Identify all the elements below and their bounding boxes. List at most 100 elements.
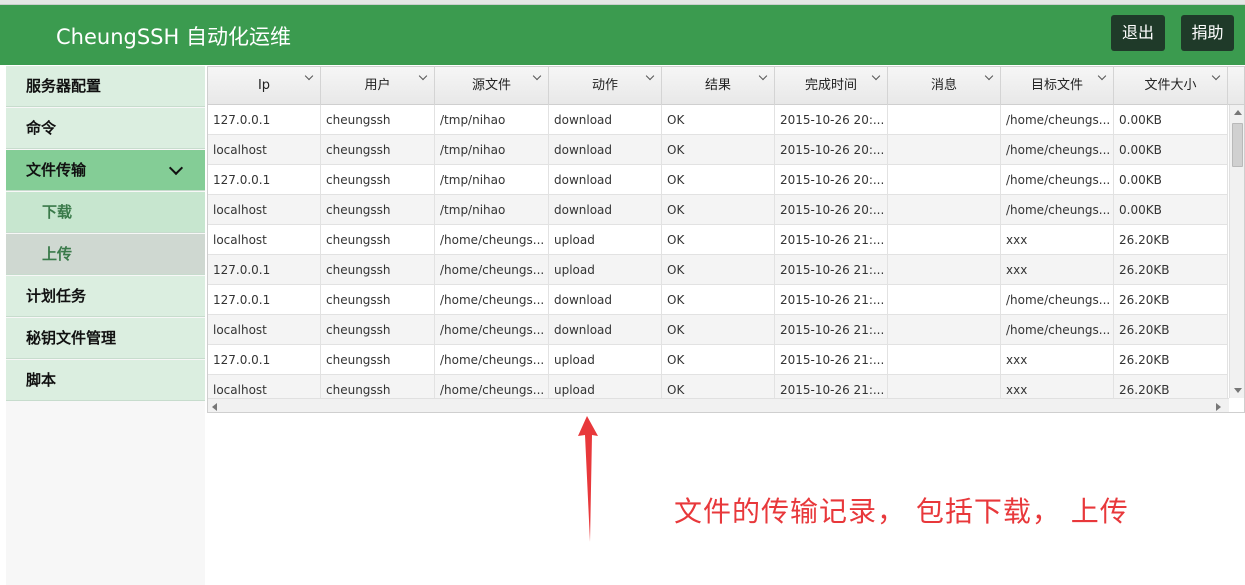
scroll-up-icon[interactable]: [1234, 110, 1242, 115]
scroll-down-icon[interactable]: [1234, 388, 1242, 393]
cell-target-file: xxx: [1001, 345, 1114, 375]
column-header-user[interactable]: 用户: [321, 67, 435, 105]
column-menu-icon[interactable]: [645, 71, 655, 81]
sidebar-item-label: 服务器配置: [26, 77, 102, 95]
cell-user: cheungssh: [321, 315, 435, 345]
column-header-result[interactable]: 结果: [662, 67, 775, 105]
column-menu-icon[interactable]: [418, 71, 428, 81]
cell-finish-time: 2015-10-26 20:...: [775, 105, 888, 135]
cell-source-file: /home/cheungs...: [435, 375, 549, 399]
table-row[interactable]: 127.0.0.1 cheungssh/tmp/nihao download OK 20…: [208, 105, 1228, 135]
column-header-label: 文件大小: [1144, 78, 1197, 93]
scroll-right-icon[interactable]: [1216, 403, 1221, 411]
logout-button[interactable]: 退出: [1111, 15, 1165, 51]
cell-ip: localhost: [208, 225, 321, 255]
cell-ip: 127.0.0.1: [208, 345, 321, 375]
cell-source-file: /tmp/nihao: [435, 195, 549, 225]
cell-ip: 127.0.0.1: [208, 165, 321, 195]
cell-target-file: /home/cheungs...: [1001, 135, 1114, 165]
sidebar-item-label: 脚本: [26, 371, 57, 389]
top-navbar: CheungSSH 自动化运维 退出 捐助: [0, 5, 1245, 65]
cell-user: cheungssh: [321, 135, 435, 165]
cell-file-size: 26.20KB: [1114, 225, 1228, 255]
column-menu-icon[interactable]: [304, 71, 314, 81]
cell-user: cheungssh: [321, 285, 435, 315]
cell-finish-time: 2015-10-26 21:...: [775, 375, 888, 399]
table-row[interactable]: 127.0.0.1 cheungssh/home/cheungs... upload…: [208, 345, 1228, 375]
sidebar-item-scheduled-tasks[interactable]: 计划任务: [6, 276, 205, 317]
table-body: 127.0.0.1 cheungssh/tmp/nihao download OK 20…: [208, 105, 1228, 399]
column-menu-icon[interactable]: [532, 71, 542, 81]
column-header-label: 消息: [930, 78, 957, 93]
cell-file-size: 26.20KB: [1114, 285, 1228, 315]
cell-user: cheungssh: [321, 105, 435, 135]
cell-finish-time: 2015-10-26 21:...: [775, 315, 888, 345]
cell-ip: localhost: [208, 315, 321, 345]
column-menu-icon[interactable]: [1097, 71, 1107, 81]
cell-target-file: xxx: [1001, 225, 1114, 255]
column-menu-icon[interactable]: [1211, 71, 1221, 81]
cell-user: cheungssh: [321, 375, 435, 399]
cell-result: OK: [662, 315, 775, 345]
cell-message: [888, 225, 1001, 255]
sidebar-item-command[interactable]: 命令: [6, 108, 205, 149]
cell-ip: 127.0.0.1: [208, 285, 321, 315]
cell-file-size: 26.20KB: [1114, 375, 1228, 399]
table-row[interactable]: localhost cheungssh/tmp/nihao download OK 20…: [208, 135, 1228, 165]
sidebar-item-label: 下载: [42, 203, 73, 221]
column-header-label: 动作: [591, 78, 618, 93]
cell-message: [888, 345, 1001, 375]
annotation-text: 文件的传输记录， 包括下载， 上传: [674, 495, 1129, 528]
column-menu-icon[interactable]: [871, 71, 881, 81]
table-row[interactable]: 127.0.0.1 cheungssh/tmp/nihao download OK 20…: [208, 165, 1228, 195]
horizontal-scrollbar[interactable]: [208, 398, 1229, 412]
column-header-target-file[interactable]: 目标文件: [1001, 67, 1114, 105]
column-header-action[interactable]: 动作: [549, 67, 662, 105]
cell-result: OK: [662, 105, 775, 135]
column-header-source-file[interactable]: 源文件: [435, 67, 549, 105]
sidebar-subitem-download[interactable]: 下载: [6, 192, 205, 233]
cell-result: OK: [662, 195, 775, 225]
column-menu-icon[interactable]: [758, 71, 768, 81]
table-row[interactable]: 127.0.0.1 cheungssh/home/cheungs... downlo…: [208, 285, 1228, 315]
column-header-finish-time[interactable]: 完成时间: [775, 67, 888, 105]
scroll-left-icon[interactable]: [212, 403, 217, 411]
table-row[interactable]: 127.0.0.1 cheungssh/home/cheungs... upload…: [208, 255, 1228, 285]
table-row[interactable]: localhost cheungssh/home/cheungs... upload…: [208, 375, 1228, 399]
cell-user: cheungssh: [321, 345, 435, 375]
cell-target-file: /home/cheungs...: [1001, 285, 1114, 315]
cell-action: download: [549, 165, 662, 195]
cell-target-file: xxx: [1001, 255, 1114, 285]
table-row[interactable]: localhost cheungssh/home/cheungs... downlo…: [208, 315, 1228, 345]
cell-file-size: 26.20KB: [1114, 255, 1228, 285]
cell-message: [888, 165, 1001, 195]
cell-finish-time: 2015-10-26 21:...: [775, 345, 888, 375]
cell-result: OK: [662, 345, 775, 375]
donate-button[interactable]: 捐助: [1181, 15, 1234, 51]
column-header-ip[interactable]: Ip: [208, 67, 321, 105]
cell-message: [888, 105, 1001, 135]
cell-ip: localhost: [208, 135, 321, 165]
sidebar-item-scripts[interactable]: 脚本: [6, 360, 205, 401]
column-header-message[interactable]: 消息: [888, 67, 1001, 105]
cell-target-file: /home/cheungs...: [1001, 315, 1114, 345]
column-header-label: 用户: [364, 78, 391, 93]
cell-finish-time: 2015-10-26 20:...: [775, 165, 888, 195]
column-header-label: 目标文件: [1030, 78, 1083, 93]
brand-title: CheungSSH 自动化运维: [56, 25, 291, 49]
cell-action: download: [549, 315, 662, 345]
column-menu-icon[interactable]: [984, 71, 994, 81]
column-header-file-size[interactable]: 文件大小: [1114, 67, 1228, 105]
cell-message: [888, 135, 1001, 165]
sidebar-item-key-files[interactable]: 秘钥文件管理: [6, 318, 205, 359]
sidebar-item-file-transfer[interactable]: 文件传输: [6, 150, 205, 191]
scroll-thumb[interactable]: [1232, 123, 1243, 167]
table-row[interactable]: localhost cheungssh/home/cheungs... upload…: [208, 225, 1228, 255]
vertical-scrollbar[interactable]: [1229, 105, 1244, 398]
cell-user: cheungssh: [321, 225, 435, 255]
sidebar-subitem-upload[interactable]: 上传: [6, 234, 205, 275]
sidebar-item-server-config[interactable]: 服务器配置: [6, 66, 205, 107]
table-row[interactable]: localhost cheungssh/tmp/nihao download OK 20…: [208, 195, 1228, 225]
cell-action: download: [549, 135, 662, 165]
cell-result: OK: [662, 255, 775, 285]
